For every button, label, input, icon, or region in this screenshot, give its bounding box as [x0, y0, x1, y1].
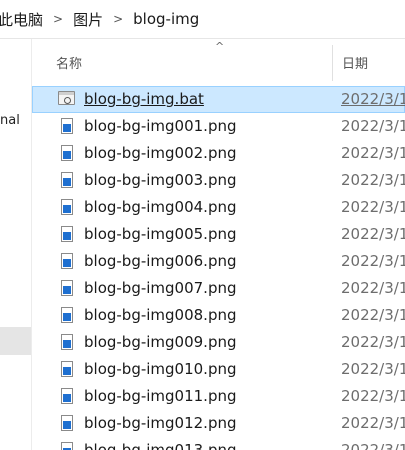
file-row[interactable]: blog-bg-img007.png 2022/3/1 — [32, 275, 405, 302]
file-row[interactable]: blog-bg-img002.png 2022/3/1 — [32, 140, 405, 167]
file-date: 2022/3/1 — [341, 333, 405, 351]
png-file-icon — [61, 415, 73, 431]
chevron-right-icon[interactable]: > — [49, 12, 67, 26]
png-file-icon — [61, 280, 73, 296]
file-name[interactable]: blog-bg-img012.png — [84, 414, 237, 432]
png-file-icon — [61, 118, 73, 134]
chevron-right-icon[interactable]: > — [109, 12, 127, 26]
nav-item-label[interactable]: nal — [0, 113, 20, 128]
file-name[interactable]: blog-bg-img011.png — [84, 387, 237, 405]
file-name[interactable]: blog-bg-img003.png — [84, 171, 237, 189]
file-row[interactable]: blog-bg-img001.png 2022/3/1 — [32, 113, 405, 140]
navigation-pane: nal — [0, 39, 32, 450]
file-row[interactable]: blog-bg-img006.png 2022/3/1 — [32, 248, 405, 275]
file-name[interactable]: blog-bg-img006.png — [84, 252, 237, 270]
file-row[interactable]: blog-bg-img003.png 2022/3/1 — [32, 167, 405, 194]
file-row[interactable]: blog-bg-img012.png 2022/3/1 — [32, 410, 405, 437]
file-row[interactable]: blog-bg-img.bat 2022/3/1 — [32, 86, 405, 113]
sort-ascending-icon: ^ — [215, 40, 225, 53]
breadcrumb-item-pictures[interactable]: 图片 — [67, 9, 109, 30]
column-divider[interactable] — [332, 45, 333, 81]
png-file-icon — [61, 226, 73, 242]
file-name[interactable]: blog-bg-img001.png — [84, 117, 237, 135]
png-file-icon — [61, 361, 73, 377]
file-date: 2022/3/1 — [341, 171, 405, 189]
breadcrumb-item-this-pc[interactable]: 此电脑 — [0, 9, 49, 30]
file-date: 2022/3/1 — [341, 90, 405, 108]
file-date: 2022/3/1 — [341, 117, 405, 135]
column-header-name[interactable]: 名称 — [56, 53, 82, 72]
png-file-icon — [61, 145, 73, 161]
breadcrumb-item-blog-img[interactable]: blog-img — [127, 10, 205, 28]
file-row[interactable]: blog-bg-img008.png 2022/3/1 — [32, 302, 405, 329]
file-row[interactable]: blog-bg-img010.png 2022/3/1 — [32, 356, 405, 383]
file-date: 2022/3/1 — [341, 414, 405, 432]
file-name[interactable]: blog-bg-img008.png — [84, 306, 237, 324]
png-file-icon — [61, 307, 73, 323]
file-row[interactable]: blog-bg-img005.png 2022/3/1 — [32, 221, 405, 248]
file-row[interactable]: blog-bg-img013.png 2022/3/1 — [32, 437, 405, 450]
file-name[interactable]: blog-bg-img004.png — [84, 198, 237, 216]
file-date: 2022/3/1 — [341, 198, 405, 216]
png-file-icon — [61, 388, 73, 404]
file-date: 2022/3/1 — [341, 387, 405, 405]
file-date: 2022/3/1 — [341, 306, 405, 324]
file-date: 2022/3/1 — [341, 252, 405, 270]
file-name[interactable]: blog-bg-img.bat — [84, 90, 204, 108]
file-date: 2022/3/1 — [341, 144, 405, 162]
file-name[interactable]: blog-bg-img013.png — [84, 441, 237, 450]
file-explorer-window: 此电脑 > 图片 > blog-img nal ^ 名称 日期 blog-bg-… — [0, 0, 405, 450]
png-file-icon — [61, 253, 73, 269]
nav-item-selected[interactable] — [0, 327, 31, 355]
file-name[interactable]: blog-bg-img005.png — [84, 225, 237, 243]
file-name[interactable]: blog-bg-img002.png — [84, 144, 237, 162]
file-date: 2022/3/1 — [341, 225, 405, 243]
file-row[interactable]: blog-bg-img004.png 2022/3/1 — [32, 194, 405, 221]
breadcrumb: 此电脑 > 图片 > blog-img — [0, 0, 405, 39]
column-headers: ^ 名称 日期 — [32, 39, 405, 84]
png-file-icon — [61, 172, 73, 188]
file-date: 2022/3/1 — [341, 360, 405, 378]
png-file-icon — [61, 334, 73, 350]
batch-file-icon — [58, 91, 75, 105]
file-row[interactable]: blog-bg-img011.png 2022/3/1 — [32, 383, 405, 410]
file-name[interactable]: blog-bg-img009.png — [84, 333, 237, 351]
file-row[interactable]: blog-bg-img009.png 2022/3/1 — [32, 329, 405, 356]
column-header-date[interactable]: 日期 — [342, 53, 368, 72]
file-date: 2022/3/1 — [341, 279, 405, 297]
file-name[interactable]: blog-bg-img007.png — [84, 279, 237, 297]
png-file-icon — [61, 199, 73, 215]
file-date: 2022/3/1 — [341, 441, 405, 450]
png-file-icon — [61, 442, 73, 450]
file-list: blog-bg-img.bat 2022/3/1 blog-bg-img001.… — [32, 86, 405, 450]
file-name[interactable]: blog-bg-img010.png — [84, 360, 237, 378]
